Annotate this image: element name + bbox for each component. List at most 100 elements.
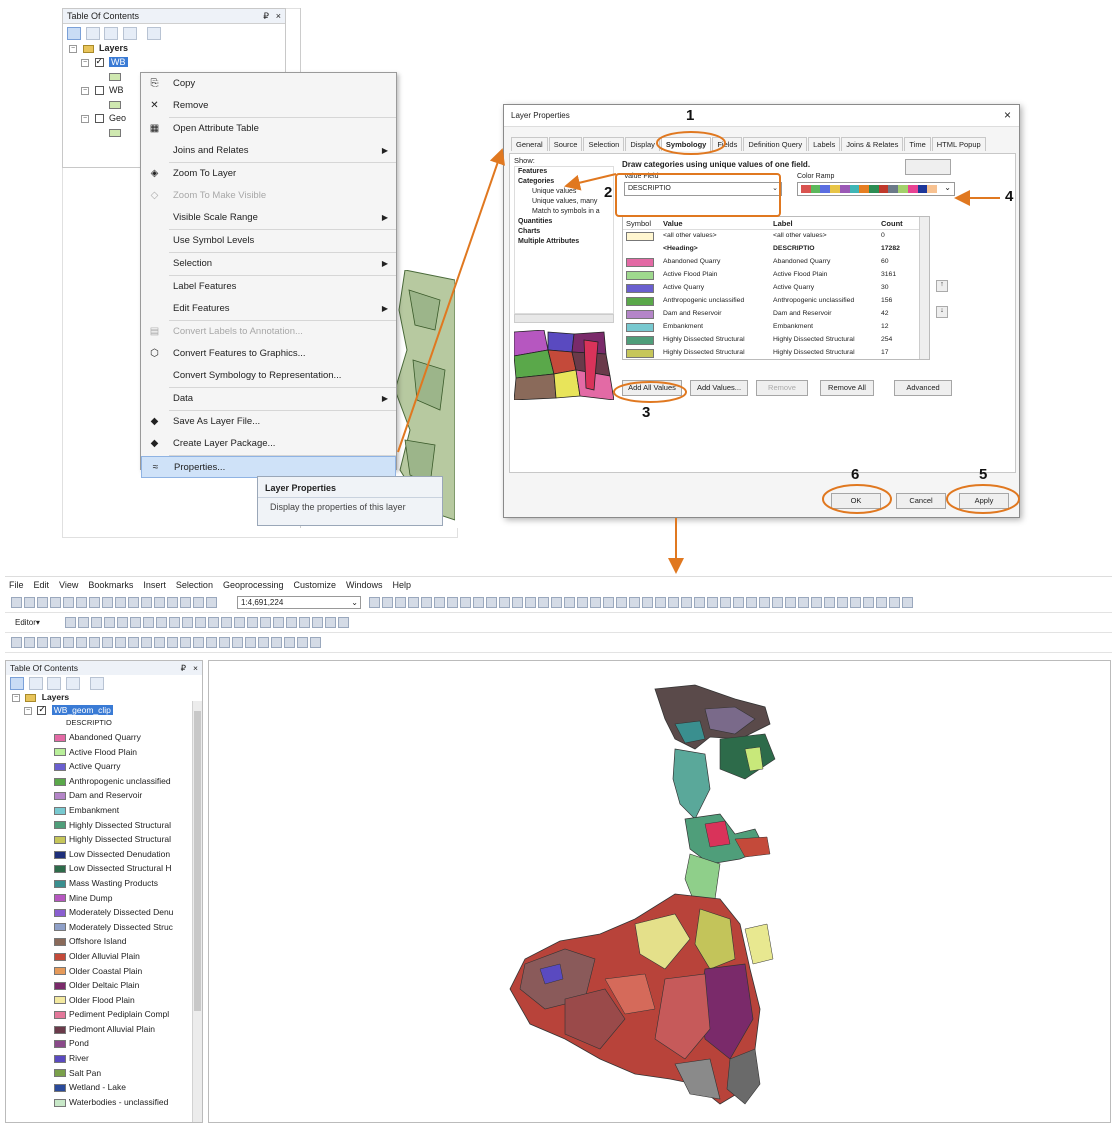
- editor-tool-icon[interactable]: [260, 617, 271, 628]
- tools-tool-icon[interactable]: [850, 597, 861, 608]
- menu-item-open-attribute-table[interactable]: ▦ Open Attribute Table: [141, 118, 396, 140]
- symbol-swatch[interactable]: [109, 128, 121, 137]
- legend-item[interactable]: Active Quarry: [54, 759, 202, 774]
- map-canvas[interactable]: [208, 660, 1111, 1123]
- editor-tool-icon[interactable]: [78, 617, 89, 628]
- standard-tool-icon[interactable]: [76, 597, 87, 608]
- tools-tool-icon[interactable]: [551, 597, 562, 608]
- tools-tool-icon[interactable]: [902, 597, 913, 608]
- tab-html-popup[interactable]: HTML Popup: [931, 137, 986, 151]
- extra-tool-icon[interactable]: [154, 637, 165, 648]
- legend-swatch[interactable]: [54, 865, 66, 874]
- standard-tool-icon[interactable]: [115, 597, 126, 608]
- table-row[interactable]: Anthropogenic unclassified Anthropogenic …: [623, 295, 929, 308]
- extra-tool-icon[interactable]: [167, 637, 178, 648]
- menu-geoprocessing[interactable]: Geoprocessing: [223, 580, 284, 590]
- editor-tool-icon[interactable]: [169, 617, 180, 628]
- expand-icon[interactable]: −: [81, 86, 89, 95]
- legend-swatch[interactable]: [54, 967, 66, 976]
- editor-tool-icon[interactable]: [299, 617, 310, 628]
- toc-layer-row[interactable]: − WB_geom_clip: [12, 704, 202, 718]
- editor-tool-icon[interactable]: [117, 617, 128, 628]
- extra-tool-icon[interactable]: [219, 637, 230, 648]
- tools-tool-icon[interactable]: [668, 597, 679, 608]
- legend-item[interactable]: Mine Dump: [54, 891, 202, 906]
- legend-item[interactable]: Mass Wasting Products: [54, 876, 202, 891]
- tab-display[interactable]: Display: [625, 137, 660, 151]
- chevron-down-icon[interactable]: ⌄: [944, 183, 951, 192]
- cancel-button[interactable]: Cancel: [896, 493, 946, 509]
- legend-swatch[interactable]: [54, 777, 66, 786]
- extra-tool-icon[interactable]: [11, 637, 22, 648]
- legend-swatch[interactable]: [54, 733, 66, 742]
- legend-item[interactable]: Dam and Reservoir: [54, 788, 202, 803]
- menu-help[interactable]: Help: [393, 580, 412, 590]
- remove-button[interactable]: Remove: [756, 380, 808, 396]
- table-row[interactable]: Embankment Embankment 12: [623, 321, 929, 334]
- legend-swatch[interactable]: [54, 821, 66, 830]
- extra-tool-icon[interactable]: [50, 637, 61, 648]
- legend-item[interactable]: Moderately Dissected Denu: [54, 905, 202, 920]
- editor-tool-icon[interactable]: [91, 617, 102, 628]
- symbol-swatch[interactable]: [109, 72, 121, 81]
- tools-tool-icon[interactable]: [694, 597, 705, 608]
- tools-tool-icon[interactable]: [681, 597, 692, 608]
- editor-tool-icon[interactable]: [247, 617, 258, 628]
- layer-name[interactable]: WB_geom_clip: [51, 705, 113, 715]
- menu-item-use-symbol-levels[interactable]: Use Symbol Levels: [141, 230, 396, 252]
- layer-name[interactable]: WB: [109, 57, 128, 67]
- editor-tool-icon[interactable]: [273, 617, 284, 628]
- standard-tool-icon[interactable]: [37, 597, 48, 608]
- table-row[interactable]: Active Quarry Active Quarry 30: [623, 282, 929, 295]
- legend-item[interactable]: Pond: [54, 1036, 202, 1051]
- symbol-swatch[interactable]: [626, 297, 654, 306]
- chevron-down-icon[interactable]: ⌄: [351, 597, 358, 608]
- legend-item[interactable]: Offshore Island: [54, 934, 202, 949]
- tools-tool-icon[interactable]: [525, 597, 536, 608]
- menu-item-selection[interactable]: Selection ▶: [141, 253, 396, 275]
- layers-root[interactable]: − Layers: [12, 692, 202, 705]
- menu-file[interactable]: File: [9, 580, 24, 590]
- scale-box[interactable]: 1:4,691,224 ⌄: [237, 596, 361, 609]
- legend-swatch[interactable]: [54, 1054, 66, 1063]
- extra-tool-icon[interactable]: [141, 637, 152, 648]
- list-by-visibility-icon[interactable]: [47, 677, 62, 690]
- table-scrollbar[interactable]: [919, 217, 929, 359]
- menu-edit[interactable]: Edit: [34, 580, 50, 590]
- menu-item-convert-symbology-to-representation[interactable]: Convert Symbology to Representation...: [141, 365, 396, 387]
- layers-root[interactable]: − Layers: [69, 43, 285, 57]
- extra-tool-icon[interactable]: [37, 637, 48, 648]
- standard-tool-icon[interactable]: [102, 597, 113, 608]
- menu-item-label-features[interactable]: Label Features: [141, 276, 396, 298]
- list-by-drawing-order-icon[interactable]: [10, 677, 24, 690]
- expand-icon[interactable]: −: [81, 58, 89, 67]
- tools-tool-icon[interactable]: [837, 597, 848, 608]
- remove-all-button[interactable]: Remove All: [820, 380, 874, 396]
- symbol-swatch[interactable]: [626, 271, 654, 280]
- editor-tool-icon[interactable]: [338, 617, 349, 628]
- legend-item[interactable]: Waterbodies - unclassified: [54, 1095, 202, 1110]
- symbol-swatch[interactable]: [626, 336, 654, 345]
- standard-tool-icon[interactable]: [63, 597, 74, 608]
- menu-item-remove[interactable]: ✕ Remove: [141, 95, 396, 117]
- table-row[interactable]: Abandoned Quarry Abandoned Quarry 60: [623, 256, 929, 269]
- options-icon[interactable]: [90, 677, 105, 690]
- editor-tool-icon[interactable]: [312, 617, 323, 628]
- legend-swatch[interactable]: [54, 1069, 66, 1078]
- legend-swatch[interactable]: [54, 748, 66, 757]
- legend-item[interactable]: Salt Pan: [54, 1066, 202, 1081]
- layer-visibility-checkbox[interactable]: [37, 704, 47, 716]
- editor-tool-icon[interactable]: [286, 617, 297, 628]
- editor-tool-icon[interactable]: [143, 617, 154, 628]
- menu-view[interactable]: View: [59, 580, 78, 590]
- editor-tool-icon[interactable]: [130, 617, 141, 628]
- tab-joins-relates[interactable]: Joins & Relates: [841, 137, 904, 151]
- menu-insert[interactable]: Insert: [143, 580, 166, 590]
- legend-item[interactable]: Older Flood Plain: [54, 993, 202, 1008]
- legend-swatch[interactable]: [54, 850, 66, 859]
- legend-swatch[interactable]: [54, 762, 66, 771]
- tools-tool-icon[interactable]: [486, 597, 497, 608]
- tab-general[interactable]: General: [511, 137, 548, 151]
- legend-swatch[interactable]: [54, 1084, 66, 1092]
- collapse-icon[interactable]: −: [69, 44, 77, 53]
